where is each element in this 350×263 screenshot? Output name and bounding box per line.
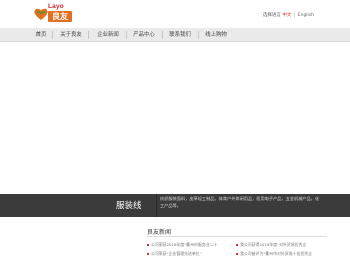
- language-english-link[interactable]: English: [298, 13, 314, 18]
- news-item-text: 公司荣获2018年度“衢州市服务业二十: [151, 242, 218, 247]
- nav-item-home[interactable]: 首页: [30, 28, 52, 42]
- brand-name-cn: 良友: [48, 11, 72, 22]
- news-item[interactable]: 我公司被评为“衢州市对外贸易十佳优秀企: [236, 251, 312, 257]
- bullet-icon: [236, 244, 238, 246]
- news-item[interactable]: 公司荣获2018年度“衢州市服务业二十: [147, 242, 217, 248]
- news-item-text: 我公司获得2018年度“对外贸易优秀企: [240, 242, 307, 247]
- news-item[interactable]: 我公司获得2018年度“对外贸易优秀企: [236, 242, 306, 248]
- nav-divider: [52, 31, 53, 39]
- product-band-divider: [156, 194, 157, 217]
- news-item-text: 公司荣获“企业管理先进单位”: [151, 251, 202, 256]
- nav-divider: [88, 31, 89, 39]
- product-band-title[interactable]: 服装线: [116, 199, 142, 211]
- nav-item-about[interactable]: 关于良友: [54, 28, 88, 42]
- news-item[interactable]: 公司荣获“企业管理先进单位”: [147, 251, 202, 257]
- news-section: 良友新闻 公司荣获2018年度“衢州市服务业二十 公司荣获“企业管理先进单位” …: [0, 217, 350, 263]
- site-header: Layo 良友 选择语言 中文 | English: [0, 0, 350, 28]
- bullet-icon: [147, 244, 149, 246]
- bullet-icon: [236, 253, 238, 255]
- nav-item-news[interactable]: 企业新闻: [91, 28, 125, 42]
- nav-item-shop[interactable]: 线上购物: [199, 28, 233, 42]
- brand-logo[interactable]: Layo 良友: [34, 3, 74, 25]
- product-band-description: 纺织服装面料，皮革轻工制品，体育户外休闲用品，医用电子产品，五金机械产品，化工产…: [160, 196, 320, 208]
- nav-item-products[interactable]: 产品中心: [127, 28, 161, 42]
- main-navigation: 首页 关于良友 企业新闻 产品中心 联系我们 线上购物: [0, 28, 350, 42]
- brand-name-en: Layo: [48, 3, 64, 10]
- language-separator: |: [293, 13, 296, 18]
- news-item-text: 我公司被评为“衢州市对外贸易十佳优秀企: [240, 251, 313, 256]
- language-label: 选择语言: [262, 13, 281, 18]
- product-band: 服装线 纺织服装面料，皮革轻工制品，体育户外休闲用品，医用电子产品，五金机械产品…: [0, 194, 350, 217]
- heart-logo-icon: [34, 8, 48, 20]
- news-divider: [147, 236, 327, 237]
- bullet-icon: [147, 253, 149, 255]
- language-chinese-link[interactable]: 中文: [282, 13, 291, 18]
- hero-banner: [0, 42, 350, 194]
- news-section-title: 良友新闻: [147, 229, 172, 236]
- language-switcher: 选择语言 中文 | English: [263, 12, 314, 18]
- nav-item-contact[interactable]: 联系我们: [163, 28, 197, 42]
